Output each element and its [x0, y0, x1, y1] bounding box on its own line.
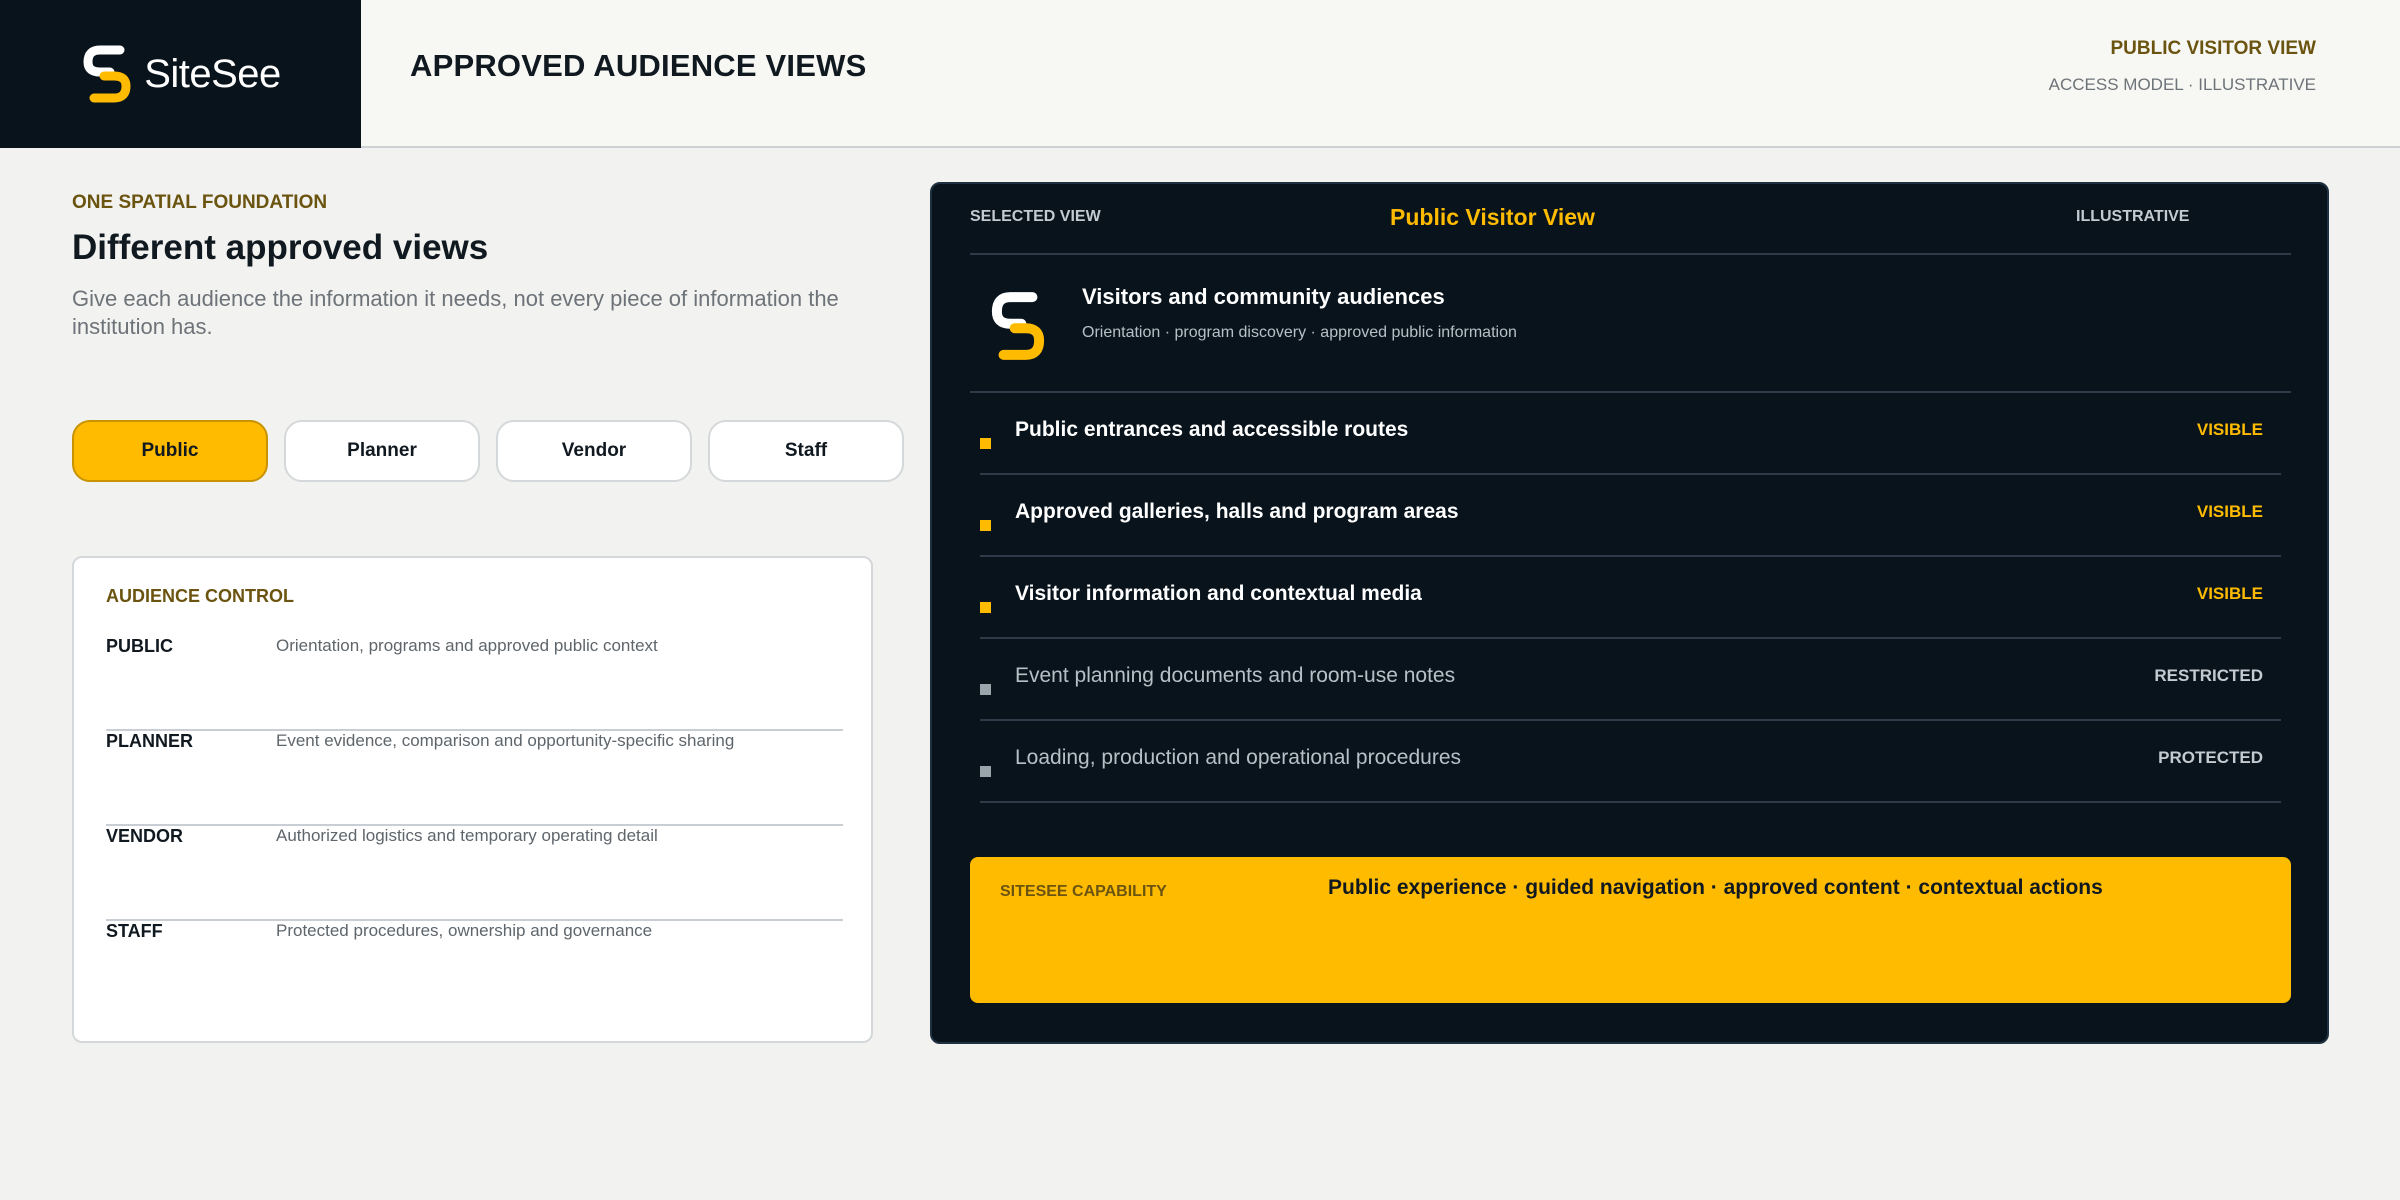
capability-banner: SITESEE CAPABILITY Public experience · g… — [970, 857, 2291, 1003]
audience-description: Event evidence, comparison and opportuni… — [276, 731, 735, 750]
content-item: Visitor information and contextual media… — [980, 557, 2281, 639]
access-model-label: ACCESS MODEL · ILLUSTRATIVE — [2048, 75, 2316, 94]
audience-subtitle: Orientation · program discovery · approv… — [1082, 324, 1517, 341]
tab-vendor[interactable]: Vendor — [496, 420, 692, 482]
audience-row-planner: PLANNER Event evidence, comparison and o… — [106, 731, 843, 826]
audience-name: VENDOR — [106, 826, 184, 846]
audience-description: Protected procedures, ownership and gove… — [276, 921, 653, 940]
brand-logo[interactable]: SiteSee — [0, 0, 361, 148]
audience-name: PUBLIC — [106, 636, 173, 656]
visibility-status: RESTRICTED — [2154, 666, 2263, 685]
visibility-status: VISIBLE — [2196, 584, 2263, 603]
tab-public[interactable]: Public — [72, 420, 268, 482]
protected-bullet-icon — [980, 766, 991, 777]
section-description: Give each audience the information it ne… — [72, 286, 839, 339]
visible-bullet-icon — [980, 438, 991, 449]
tab-planner[interactable]: Planner — [284, 420, 480, 482]
audience-name: STAFF — [106, 921, 163, 941]
section-eyebrow: ONE SPATIAL FOUNDATION — [72, 192, 328, 213]
page-title: APPROVED AUDIENCE VIEWS — [410, 48, 867, 83]
app-header: SiteSee APPROVED AUDIENCE VIEWS PUBLIC V… — [0, 0, 2400, 148]
content-item: Approved galleries, halls and program ar… — [980, 475, 2281, 557]
selected-view-label: SELECTED VIEW — [970, 208, 1101, 225]
audience-name: PLANNER — [106, 731, 194, 751]
content-item: Public entrances and accessible routes V… — [980, 393, 2281, 475]
audience-title: Visitors and community audiences — [1082, 284, 1445, 309]
selected-view-panel: SELECTED VIEW Public Visitor View ILLUST… — [930, 182, 2329, 1044]
audience-description: Orientation, programs and approved publi… — [276, 636, 658, 655]
visible-bullet-icon — [980, 602, 991, 613]
visibility-status: VISIBLE — [2196, 502, 2263, 521]
audience-row-vendor: VENDOR Authorized logistics and temporar… — [106, 826, 843, 921]
audience-row-public: PUBLIC Orientation, programs and approve… — [106, 636, 843, 731]
tab-staff[interactable]: Staff — [708, 420, 904, 482]
content-item-label: Approved galleries, halls and program ar… — [1015, 500, 1459, 523]
visibility-status: PROTECTED — [2158, 748, 2263, 767]
sitesee-logo-icon — [83, 45, 131, 103]
capability-text: Public experience · guided navigation · … — [1328, 876, 2103, 899]
section-title: Different approved views — [72, 228, 489, 267]
content-item-label: Loading, production and operational proc… — [1015, 746, 1461, 769]
content-item-label: Visitor information and contextual media — [1015, 582, 1422, 605]
content-item-label: Public entrances and accessible routes — [1015, 418, 1409, 441]
illustrative-tag: ILLUSTRATIVE — [2076, 208, 2190, 225]
current-view-label: PUBLIC VISITOR VIEW — [2110, 38, 2316, 59]
visible-bullet-icon — [980, 520, 991, 531]
audience-description: Authorized logistics and temporary opera… — [276, 826, 658, 845]
divider — [970, 253, 2291, 255]
content-item-label: Event planning documents and room-use no… — [1015, 664, 1456, 687]
brand-name: SiteSee — [144, 51, 281, 96]
content-item: Loading, production and operational proc… — [980, 721, 2281, 803]
audience-row-staff: STAFF Protected procedures, ownership an… — [106, 921, 843, 1016]
content-item: Event planning documents and room-use no… — [980, 639, 2281, 721]
restricted-bullet-icon — [980, 684, 991, 695]
visibility-status: VISIBLE — [2196, 420, 2263, 439]
audience-control-card: AUDIENCE CONTROL PUBLIC Orientation, pro… — [72, 556, 873, 1043]
card-eyebrow: AUDIENCE CONTROL — [106, 586, 294, 606]
capability-label: SITESEE CAPABILITY — [1000, 883, 1167, 900]
sitesee-logo-icon — [991, 292, 1045, 360]
selected-view-title: Public Visitor View — [1390, 204, 1595, 230]
